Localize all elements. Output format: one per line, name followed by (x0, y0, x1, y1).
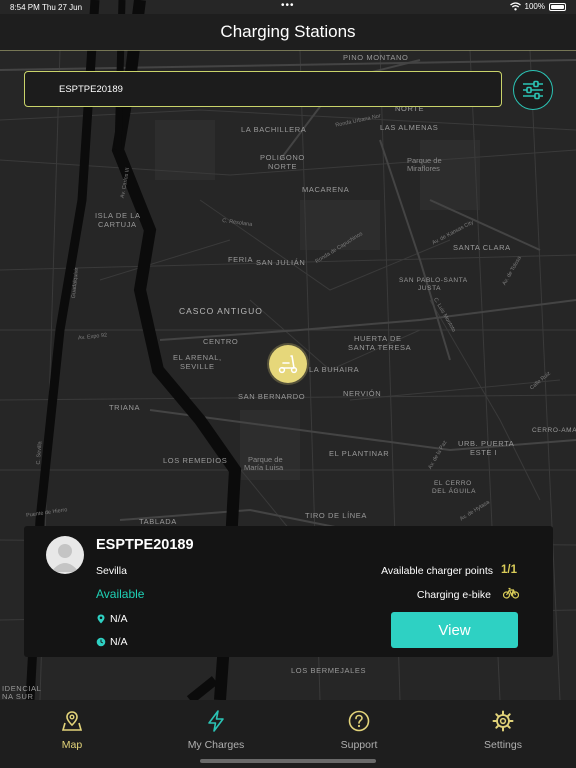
multitasking-dots-icon[interactable]: ••• (281, 0, 295, 11)
status-date: Thu 27 Jun (42, 3, 83, 12)
battery-icon (549, 2, 566, 11)
map-label-poligono: POLIGONO (260, 153, 305, 162)
location-pin-icon (97, 614, 105, 624)
map-label-isla-cartuja: ISLA DE LA (95, 211, 141, 220)
map-label-el-cerro-2: DEL ÁGUILA (432, 488, 477, 495)
search-input[interactable] (59, 72, 479, 106)
tab-bar: Map My Charges Support Settings (0, 700, 576, 768)
map-label-urb-puerta: URB. PUERTA (458, 439, 515, 448)
map-label-casco-antiguo: CASCO ANTIGUO (179, 306, 263, 316)
station-map-pin[interactable] (269, 345, 307, 383)
map-label-san-pablo-2: JUSTA (418, 285, 442, 292)
map-label-parque-miraflores-2: Miraflores (407, 164, 440, 173)
page-title: Charging Stations (220, 22, 356, 41)
map-pin-icon (61, 711, 83, 731)
view-button[interactable]: View (391, 612, 518, 648)
map-label-tablada: TABLADA (139, 517, 177, 526)
tab-support-label: Support (340, 739, 378, 751)
map-label-la-bachillera: LA BACHILLERA (241, 125, 307, 134)
tab-support[interactable]: Support (304, 710, 414, 751)
search-box[interactable] (24, 71, 502, 107)
station-city: Sevilla (96, 565, 127, 577)
station-card[interactable]: ESPTPE20189 Sevilla Available N/A N/A Av… (24, 526, 553, 657)
map-label-nervion: NERVIÓN (343, 389, 382, 398)
station-avatar (46, 536, 84, 574)
status-badge: Available (96, 587, 145, 601)
map-label-los-bermejales: LOS BERMEJALES (291, 666, 367, 675)
header-divider (0, 50, 576, 51)
available-points-label: Available charger points (381, 565, 493, 577)
map-label-residencial-2: NA SUR (2, 692, 34, 700)
tab-map-label: Map (61, 739, 83, 751)
filter-button[interactable] (513, 70, 553, 110)
station-id: ESPTPE20189 (96, 537, 194, 553)
station-location: N/A (110, 613, 128, 625)
clock-icon (96, 637, 106, 647)
tab-settings-label: Settings (484, 739, 522, 751)
available-points-value: 1/1 (501, 564, 517, 576)
wifi-icon (509, 2, 521, 11)
tab-map[interactable]: Map (17, 710, 127, 751)
map-label-pino-montano: PINO MONTANO (343, 53, 409, 62)
user-placeholder-icon (51, 544, 79, 572)
map-label-cerro-amate: CERRO-AMATE (532, 427, 576, 434)
map-label-feria: FERIA (228, 255, 254, 264)
map-label-el-plantinar: EL PLANTINAR (329, 449, 390, 458)
map-label-santa-clara: SANTA CLARA (453, 243, 511, 252)
gear-icon (492, 710, 514, 732)
map-label-urb-puerta-2: ESTE I (470, 448, 498, 457)
question-icon (348, 710, 370, 732)
map-label-huerta-2: SANTA TERESA (348, 343, 412, 352)
map-label-macarena: MACARENA (302, 185, 350, 194)
lightning-icon (208, 710, 224, 732)
map-label-tiro-de-linea: TIRO DE LÍNEA (305, 511, 367, 520)
map-label-el-arenal-2: SEVILLE (180, 362, 215, 371)
map-label-la-buhaira: LA BUHAIRA (309, 365, 360, 374)
status-right: 100% (509, 2, 566, 11)
charger-type-label: Charging e-bike (416, 589, 491, 601)
bicycle-icon (503, 587, 519, 599)
home-indicator[interactable] (200, 759, 376, 763)
map-label-san-bernardo: SAN BERNARDO (238, 392, 306, 401)
tab-my-charges[interactable]: My Charges (161, 710, 271, 751)
map-label-las-almenas: LAS ALMENAS (380, 123, 439, 132)
station-hours: N/A (110, 636, 128, 648)
scooter-icon (278, 355, 298, 374)
tab-settings[interactable]: Settings (448, 710, 558, 751)
map-label-parque-maria-luisa-2: María Luisa (244, 463, 284, 472)
map-label-poligono-norte: NORTE (268, 162, 298, 171)
map-label-el-arenal: EL ARENAL, (173, 353, 222, 362)
map-label-triana: TRIANA (109, 403, 141, 412)
nav-header: Charging Stations (0, 14, 576, 50)
map-label-isla-cartuja-2: CARTUJA (98, 220, 137, 229)
status-bar: 8:54 PM Thu 27 Jun ••• 100% (0, 0, 576, 14)
sliders-icon (523, 80, 543, 100)
map-label-huerta: HUERTA DE (354, 334, 402, 343)
battery-percentage: 100% (524, 2, 545, 11)
tab-my-charges-label: My Charges (187, 739, 245, 751)
map-label-centro: CENTRO (203, 337, 239, 346)
map-label-san-julian: SAN JULIÁN (256, 258, 306, 267)
map-label-los-remedios: LOS REMEDIOS (163, 456, 228, 465)
status-time: 8:54 PM (10, 3, 40, 12)
